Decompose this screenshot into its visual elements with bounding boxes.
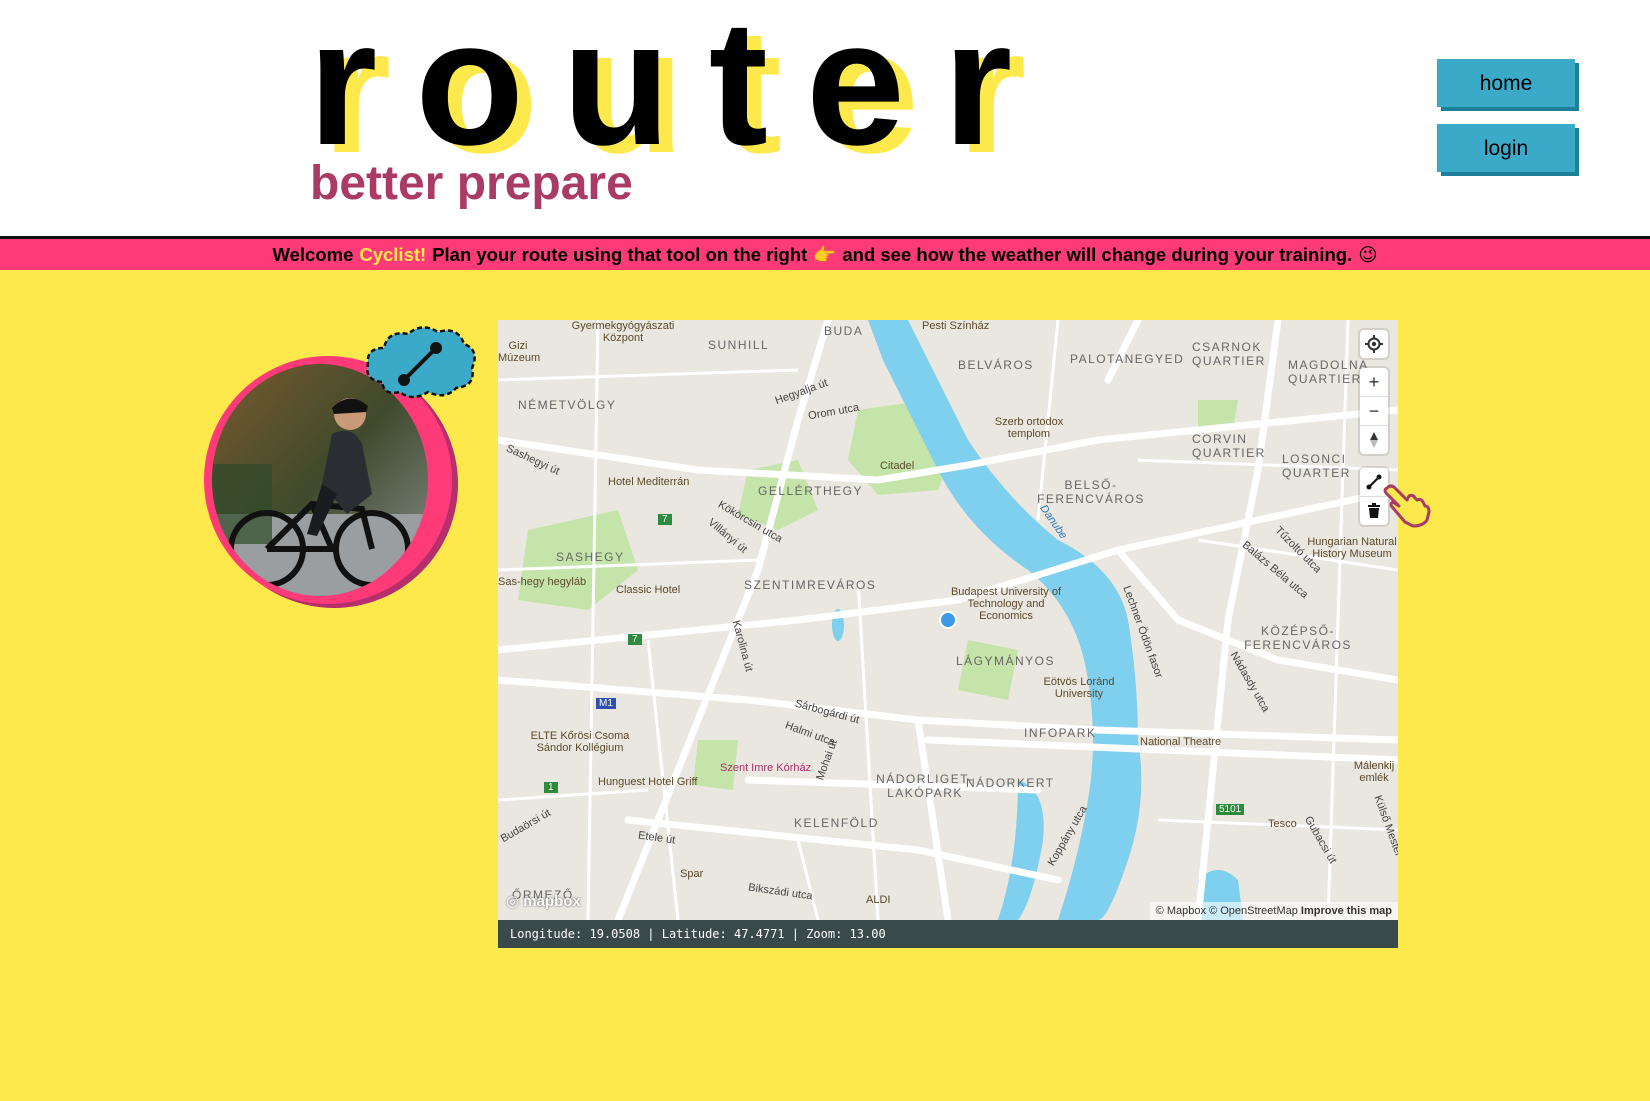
district-label: BUDA (824, 324, 864, 338)
place-label: Eötvös Loránd University (1043, 676, 1115, 700)
place-label: Hunguest Hotel Griff (598, 776, 698, 788)
improve-map-link[interactable]: Improve this map (1301, 905, 1392, 917)
logo: router router (308, 0, 1068, 182)
place-label: Budapest University of Technology and Ec… (950, 586, 1062, 622)
place-label: Málenkij emlék (1353, 760, 1395, 784)
district-label: CORVIN QUARTIER (1192, 432, 1266, 460)
banner-role: Cyclist! (359, 243, 427, 265)
mapbox-attribution-link[interactable]: © Mapbox (1156, 905, 1206, 917)
place-label: Spar (680, 868, 704, 880)
place-label: Gizi Múzeum (498, 340, 541, 364)
district-label: SUNHILL (708, 338, 770, 352)
place-label: Szent Imre Kórház (720, 762, 812, 774)
place-label: Gyermekgyógyászati Központ (571, 320, 675, 344)
compass-button[interactable] (1360, 426, 1388, 454)
district-label: CSARNOK QUARTIER (1192, 340, 1266, 368)
route-badge: 7 (628, 634, 642, 645)
district-label: BELSŐ-FERENCVÁROS (1037, 478, 1145, 506)
place-label: ELTE Kőrösi Csoma Sándor Kollégium (530, 730, 630, 754)
map-attribution: © Mapbox © OpenStreetMap Improve this ma… (1149, 902, 1398, 920)
pointing-hand-icon (1383, 482, 1431, 528)
place-label: ALDI (866, 894, 891, 906)
compass-icon (1370, 432, 1378, 448)
district-label: PALOTANEGYED (1070, 352, 1185, 366)
home-button[interactable]: home (1437, 59, 1575, 107)
place-label: Citadel (880, 460, 915, 472)
district-label: NÉMETVÖLGY (518, 398, 617, 412)
district-label: LOSONCI QUARTER (1282, 452, 1351, 480)
geolocate-control (1360, 330, 1388, 358)
geolocate-icon (1365, 335, 1383, 353)
route-badge: 5101 (1216, 804, 1245, 815)
district-label: SASHEGY (556, 550, 625, 564)
wink-emoji: 😉 (1358, 243, 1378, 265)
district-label: KELENFÖLD (794, 816, 879, 830)
mapbox-logo-text: mapbox (523, 893, 581, 910)
place-label: Tesco (1268, 818, 1297, 830)
district-label: LÁGYMÁNYOS (956, 654, 1056, 668)
place-label: National Theatre (1140, 736, 1222, 748)
place-label: Hungarian Natural History Museum (1307, 536, 1397, 560)
district-label: INFOPARK (1024, 726, 1097, 740)
tagline: better prepare (310, 157, 633, 210)
district-label: BELVÁROS (958, 358, 1034, 372)
banner-message: Plan your route using that tool on the r… (432, 243, 808, 265)
navigation-control: + − (1360, 368, 1388, 454)
place-label: Classic Hotel (616, 584, 681, 596)
route-badge: M1 (596, 698, 616, 709)
district-label: KÖZÉPSŐ-FERENCVÁROS (1244, 624, 1352, 652)
place-label: Sas-hegy hegyláb (498, 576, 587, 588)
welcome-banner: Welcome Cyclist! Plan your route using t… (0, 239, 1650, 270)
login-button[interactable]: login (1437, 124, 1575, 172)
mapbox-logo-icon: ◎ (506, 893, 520, 910)
logo-text: router (308, 0, 1051, 182)
route-line-icon (362, 322, 480, 402)
route-map[interactable]: SUNHILL BUDA BELVÁROS PALOTANEGYED CSARN… (498, 320, 1398, 920)
osm-attribution-link[interactable]: © OpenStreetMap (1209, 905, 1298, 917)
district-label: SZENTIMREVÁROS (744, 578, 877, 592)
banner-welcome: Welcome (272, 243, 354, 265)
site-header: router router better prepare home login (0, 0, 1650, 239)
geolocate-button[interactable] (1360, 330, 1388, 358)
place-label: Hotel Mediterrán (608, 476, 690, 488)
trash-icon (1368, 503, 1380, 518)
pointing-hand-emoji: 👉 (813, 243, 837, 265)
coordinates-readout: Longitude: 19.0508 | Latitude: 47.4771 |… (498, 920, 1398, 948)
district-label: GELLÉRTHEGY (758, 484, 863, 498)
place-label: Pesti Színház (922, 320, 990, 332)
line-draw-icon (1366, 474, 1382, 490)
place-label: Szerb ortodox templom (994, 416, 1064, 440)
district-label: MAGDOLNA QUARTIER (1288, 358, 1369, 386)
mapbox-logo[interactable]: ◎ mapbox (506, 892, 581, 910)
district-label: NÁDORKERT (966, 776, 1055, 790)
route-badge: 1 (544, 782, 558, 793)
route-badge: 7 (658, 514, 672, 525)
district-label: NÁDORLIGET-LAKÓPARK (876, 772, 974, 800)
zoom-in-button[interactable]: + (1360, 368, 1388, 397)
zoom-out-button[interactable]: − (1360, 397, 1388, 426)
banner-message-end: and see how the weather will change duri… (842, 243, 1353, 265)
